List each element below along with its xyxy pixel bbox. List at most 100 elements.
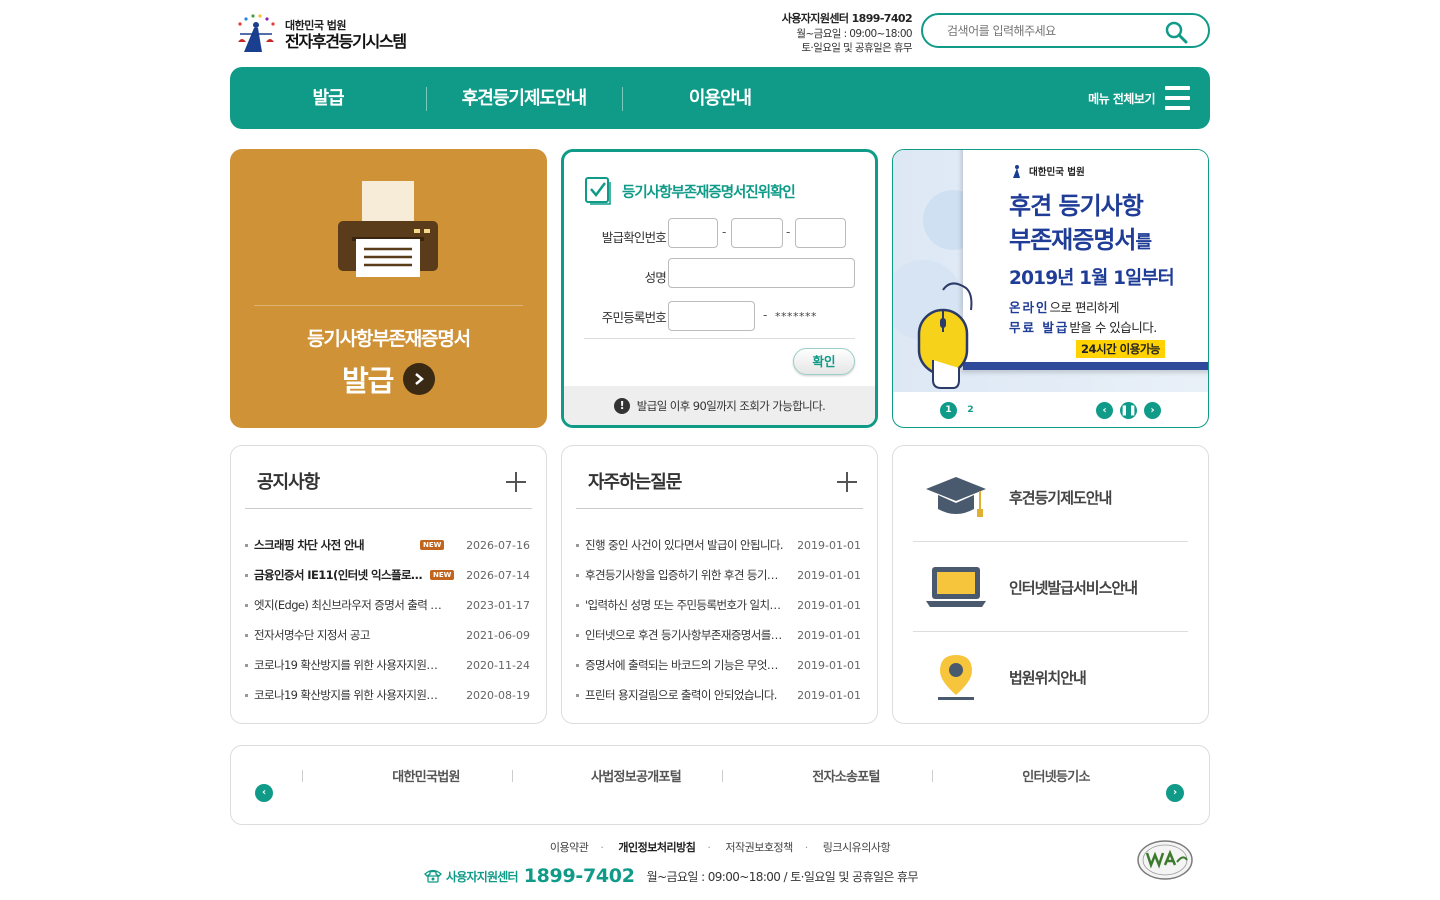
footer-contact-hours: 월~금요일 : 09:00~18:00 / 토·일요일 및 공휴일은 휴무 bbox=[646, 869, 919, 884]
guide-links-panel: 후견등기제도안내 인터넷발급서비스안내 법원위치안내 bbox=[892, 445, 1209, 724]
nav-item-usage-guide[interactable]: 이용안내 bbox=[622, 67, 818, 129]
issue-certificate-card[interactable]: 등기사항부존재증명서 발급 bbox=[230, 149, 547, 428]
chevron-left-icon[interactable]: ‹ bbox=[1096, 402, 1113, 419]
promo-banner[interactable]: 대한민국 법원 후견 등기사항 부존재증명서를 2019년 1월 1일부터 온라… bbox=[892, 149, 1209, 428]
list-item[interactable]: 인터넷으로 후견 등기사항부존재증명서를 발급받을 수 2019-01-01 bbox=[576, 620, 861, 650]
related-site-judicial-info[interactable]: 사법정보공개포털 bbox=[531, 766, 741, 785]
related-divider bbox=[722, 770, 723, 782]
issue-button[interactable]: 발급 bbox=[342, 358, 436, 400]
authenticity-check-panel: 등기사항부존재증명서진위확인 발급확인번호 - - 성명 주민등록번호 - **… bbox=[561, 149, 878, 428]
banner-headline-line2: 부존재증명서 bbox=[1009, 225, 1136, 254]
footer-link-copyright[interactable]: 저작권보호정책 bbox=[725, 841, 793, 854]
banner-page-2[interactable]: 2 bbox=[962, 402, 979, 419]
verify-notice-text: 발급일 이후 90일까지 조회가 가능합니다. bbox=[636, 398, 826, 413]
related-site-iros[interactable]: 인터넷등기소 bbox=[951, 766, 1161, 785]
new-badge: NEW bbox=[430, 570, 455, 580]
banner-24h-badge: 24시간 이용가능 bbox=[1076, 340, 1165, 358]
footer-contact-label: 사용자지원센터 bbox=[446, 869, 518, 884]
verify-header: 등기사항부존재증명서진위확인 bbox=[584, 176, 796, 206]
list-item[interactable]: 코로나19 확산방지를 위한 사용자지원센터 운영 안내 2020-08-19 bbox=[245, 680, 530, 710]
faq-item-title[interactable]: 후견등기사항을 입증하기 위한 후견 등기사항증명서는 bbox=[585, 567, 783, 583]
related-divider bbox=[512, 770, 513, 782]
internet-issue-guide-link[interactable]: 인터넷발급서비스안내 bbox=[911, 542, 1188, 632]
all-menu-button[interactable]: 메뉴 전체보기 bbox=[1088, 84, 1190, 112]
faq-item-title[interactable]: 증명서에 출력되는 바코드의 기능은 무엇인가요? bbox=[585, 657, 783, 673]
related-sites-bar: ‹ 대한민국법원 사법정보공개포털 전자소송포털 인터넷등기소 › bbox=[230, 745, 1210, 825]
dash-separator: - bbox=[722, 225, 727, 239]
list-item[interactable]: 전자서명수단 지정서 공고 2021-06-09 bbox=[245, 620, 530, 650]
notice-item-title[interactable]: 엣지(Edge) 최신브라우저 증명서 출력 안내 bbox=[254, 597, 444, 613]
related-site-court[interactable]: 대한민국법원 bbox=[321, 766, 531, 785]
notice-item-title[interactable]: 전자서명수단 지정서 공고 bbox=[254, 627, 370, 643]
footer-link-privacy[interactable]: 개인정보처리방침 bbox=[618, 841, 695, 854]
footer-link-link-policy[interactable]: 링크시유의사항 bbox=[823, 841, 891, 854]
pause-icon[interactable]: ❚❚ bbox=[1120, 402, 1137, 419]
faq-item-date: 2019-01-01 bbox=[797, 688, 861, 702]
footer-contact: 사용자지원센터 1899-7402 월~금요일 : 09:00~18:00 / … bbox=[424, 865, 919, 887]
site-logo[interactable]: 대한민국 법원 전자후견등기시스템 bbox=[232, 12, 432, 58]
form-divider bbox=[584, 338, 855, 339]
faq-more-plus-icon[interactable] bbox=[837, 472, 857, 492]
faq-item-title[interactable]: 진행 중인 사건이 있다면서 발급이 안됩니다. bbox=[585, 537, 783, 553]
faq-item-title[interactable]: 프린터 용지걸림으로 출력이 안되었습니다. bbox=[585, 687, 777, 703]
hamburger-icon bbox=[1165, 86, 1190, 110]
notice-item-title[interactable]: 스크래핑 차단 사전 안내 bbox=[254, 537, 364, 553]
chevron-left-icon[interactable]: ‹ bbox=[255, 784, 273, 802]
list-item[interactable]: 스크래핑 차단 사전 안내 NEW 2026-07-16 bbox=[245, 530, 530, 560]
name-input[interactable] bbox=[668, 258, 855, 288]
faq-item-title[interactable]: '입력하신 성명 또는 주민등록번호가 일치하지 않습니다' bbox=[585, 597, 783, 613]
faq-item-title[interactable]: 인터넷으로 후견 등기사항부존재증명서를 발급받을 수 bbox=[585, 627, 783, 643]
list-item[interactable]: 진행 중인 사건이 있다면서 발급이 안됩니다. 2019-01-01 bbox=[576, 530, 861, 560]
notice-item-title[interactable]: 코로나19 확산방지를 위한 사용자지원센터 운영 안내 bbox=[254, 657, 444, 673]
issue-number-input-2[interactable] bbox=[731, 218, 783, 248]
chevron-right-icon[interactable]: › bbox=[1166, 784, 1184, 802]
banner-slide[interactable]: 대한민국 법원 후견 등기사항 부존재증명서를 2019년 1월 1일부터 온라… bbox=[893, 150, 1208, 392]
issue-number-input-1[interactable] bbox=[668, 218, 718, 248]
banner-free-text: 받을 수 있습니다. bbox=[1069, 320, 1157, 335]
board-divider bbox=[576, 508, 863, 509]
chevron-right-icon[interactable]: › bbox=[1144, 402, 1161, 419]
printer-icon bbox=[338, 181, 438, 277]
related-divider bbox=[302, 770, 303, 782]
related-site-ecfs[interactable]: 전자소송포털 bbox=[741, 766, 951, 785]
confirm-button[interactable]: 확인 bbox=[793, 348, 855, 375]
nav-item-guardianship-guide[interactable]: 후견등기제도안내 bbox=[426, 67, 622, 129]
banner-court-logo: 대한민국 법원 bbox=[1009, 164, 1085, 178]
rrn-input[interactable] bbox=[668, 301, 755, 331]
bullet-icon bbox=[576, 543, 579, 547]
footer-separator: · bbox=[600, 841, 604, 854]
nav-item-issue[interactable]: 발급 bbox=[230, 67, 426, 129]
main-nav: 발급 후견등기제도안내 이용안내 메뉴 전체보기 bbox=[230, 67, 1210, 129]
notice-item-title[interactable]: 코로나19 확산방지를 위한 사용자지원센터 운영 안내 bbox=[254, 687, 444, 703]
board-divider bbox=[245, 508, 532, 509]
footer-link-terms[interactable]: 이용약관 bbox=[550, 841, 589, 854]
court-location-link[interactable]: 법원위치안내 bbox=[911, 632, 1188, 722]
notice-item-date: 2023-01-17 bbox=[466, 598, 530, 612]
list-item[interactable]: 금융인증서 IE11(인터넷 익스플로러) 지원 중단 안내 NEW 2026-… bbox=[245, 560, 530, 590]
list-item[interactable]: 엣지(Edge) 최신브라우저 증명서 출력 안내 2023-01-17 bbox=[245, 590, 530, 620]
list-item[interactable]: 후견등기사항을 입증하기 위한 후견 등기사항증명서는 2019-01-01 bbox=[576, 560, 861, 590]
banner-date: 2019년 1월 1일부터 bbox=[1009, 268, 1175, 289]
list-item[interactable]: 프린터 용지걸림으로 출력이 안되었습니다. 2019-01-01 bbox=[576, 680, 861, 710]
faq-item-date: 2019-01-01 bbox=[797, 628, 861, 642]
search-input[interactable] bbox=[947, 23, 1167, 38]
list-item[interactable]: 코로나19 확산방지를 위한 사용자지원센터 운영 안내 2020-11-24 bbox=[245, 650, 530, 680]
notice-item-title[interactable]: 금융인증서 IE11(인터넷 익스플로러) 지원 중단 안내 bbox=[254, 567, 424, 583]
rrn-masked-digits: ******* bbox=[775, 310, 817, 323]
court-emblem-icon bbox=[1013, 165, 1020, 178]
notice-list: 스크래핑 차단 사전 안내 NEW 2026-07-16 금융인증서 IE11(… bbox=[245, 530, 530, 710]
issue-card-title: 등기사항부존재증명서 bbox=[307, 328, 471, 350]
issue-number-input-3[interactable] bbox=[795, 218, 846, 248]
list-item[interactable]: 증명서에 출력되는 바코드의 기능은 무엇인가요? 2019-01-01 bbox=[576, 650, 861, 680]
faq-list: 진행 중인 사건이 있다면서 발급이 안됩니다. 2019-01-01 후견등기… bbox=[576, 530, 861, 710]
banner-page-1[interactable]: 1 bbox=[940, 402, 957, 419]
issue-button-label: 발급 bbox=[342, 364, 394, 398]
guardianship-guide-link[interactable]: 후견등기제도안내 bbox=[911, 452, 1188, 542]
list-item[interactable]: '입력하신 성명 또는 주민등록번호가 일치하지 않습니다' 2019-01-0… bbox=[576, 590, 861, 620]
bullet-icon bbox=[245, 543, 248, 547]
search-icon[interactable] bbox=[1164, 20, 1188, 44]
logo-title: 전자후견등기시스템 bbox=[285, 32, 407, 51]
chevron-right-icon bbox=[403, 363, 436, 395]
bullet-icon bbox=[245, 693, 248, 697]
notice-more-plus-icon[interactable] bbox=[506, 472, 526, 492]
